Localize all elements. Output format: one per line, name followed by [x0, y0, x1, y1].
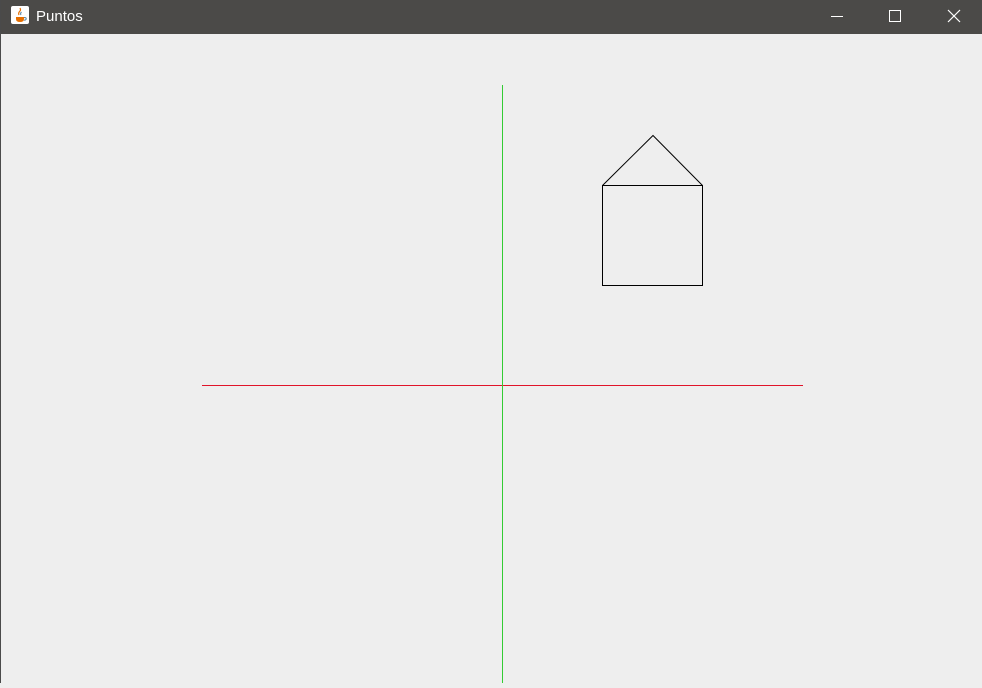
title-bar[interactable]: Puntos: [1, 0, 982, 34]
close-icon: [947, 9, 961, 23]
minimize-button[interactable]: [808, 0, 866, 34]
app-window: Puntos: [0, 0, 982, 683]
house-roof: [602, 134, 703, 186]
maximize-icon: [889, 10, 901, 22]
drawing-surface: [202, 85, 803, 683]
maximize-button[interactable]: [866, 0, 924, 34]
java-cup-icon[interactable]: [11, 6, 29, 24]
close-button[interactable]: [925, 0, 982, 34]
minimize-icon: [831, 16, 843, 17]
window-title: Puntos: [36, 8, 83, 25]
drawing-canvas[interactable]: [2, 34, 982, 683]
house-body: [602, 185, 703, 286]
